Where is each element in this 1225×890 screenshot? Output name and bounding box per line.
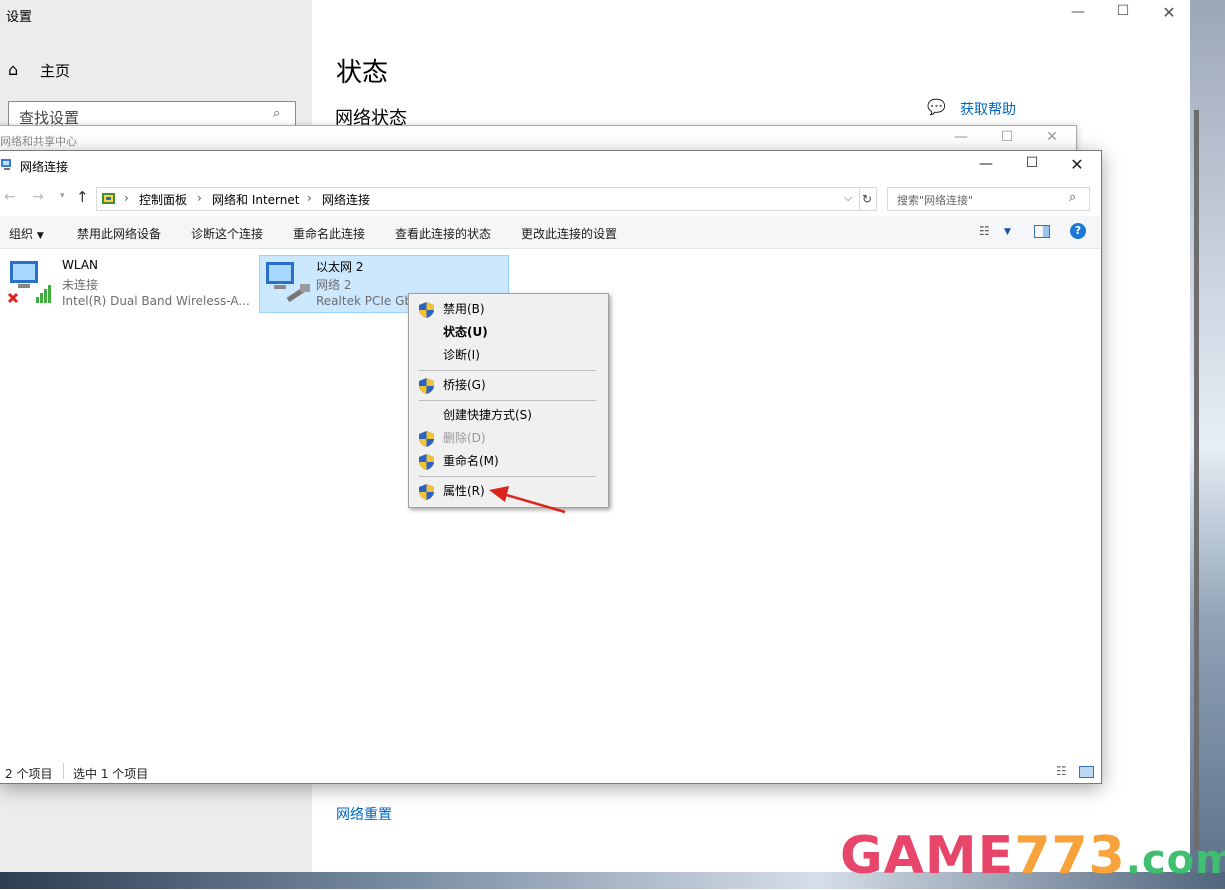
network-reset-link[interactable]: 网络重置 bbox=[336, 804, 392, 824]
explorer-maximize-button[interactable]: ☐ bbox=[1009, 155, 1055, 171]
menu-item-diagnose-label: 诊断(I) bbox=[443, 348, 480, 362]
ethernet-name: 以太网 2 bbox=[316, 260, 364, 274]
view-dropdown-icon[interactable]: ▼ bbox=[1004, 227, 1011, 237]
ethernet-connection-icon bbox=[262, 258, 314, 308]
help-chat-icon: 💬 bbox=[927, 98, 946, 116]
breadcrumb-network-connections[interactable]: 网络连接 bbox=[322, 191, 370, 208]
preview-pane-icon[interactable] bbox=[1034, 225, 1050, 238]
wlan-device: Intel(R) Dual Band Wireless-A... bbox=[62, 294, 250, 308]
network-folder-icon bbox=[0, 157, 14, 171]
watermark-logo: GAME773.com bbox=[840, 826, 1225, 886]
breadcrumb-control-panel[interactable]: 控制面板 bbox=[139, 191, 187, 208]
menu-item-properties-label: 属性(R) bbox=[443, 484, 485, 498]
menu-item-bridge[interactable]: 桥接(G) bbox=[409, 374, 608, 397]
uac-shield-icon bbox=[419, 431, 434, 447]
menu-item-rename-label: 重命名(M) bbox=[443, 454, 499, 468]
view-status-button[interactable]: 查看此连接的状态 bbox=[395, 225, 491, 242]
settings-maximize-button[interactable]: ☐ bbox=[1100, 3, 1146, 19]
context-menu: 禁用(B) 状态(U) 诊断(I) 桥接(G) 创建快捷方式(S) 删除(D) … bbox=[408, 293, 609, 508]
forward-arrow-icon[interactable]: → bbox=[32, 189, 44, 205]
menu-item-disable-label: 禁用(B) bbox=[443, 302, 485, 316]
refresh-icon[interactable]: ↻ bbox=[858, 187, 877, 211]
settings-window-title: 设置 bbox=[6, 10, 33, 25]
ethernet-status: 网络 2 bbox=[316, 278, 352, 292]
menu-item-create-shortcut[interactable]: 创建快捷方式(S) bbox=[409, 404, 608, 427]
nsc-title: 网络和共享中心 bbox=[0, 135, 77, 148]
explorer-minimize-button[interactable]: — bbox=[963, 156, 1009, 172]
breadcrumb-network-internet[interactable]: 网络和 Internet bbox=[212, 191, 299, 208]
menu-item-status-label: 状态(U) bbox=[443, 325, 488, 339]
details-view-icon[interactable]: ☷ bbox=[1056, 764, 1067, 778]
page-title: 状态 bbox=[336, 58, 389, 88]
explorer-title: 网络连接 bbox=[20, 160, 69, 174]
uac-shield-icon bbox=[419, 302, 434, 318]
settings-scrollbar[interactable] bbox=[1194, 110, 1199, 850]
address-dropdown-icon[interactable]: ⌵ bbox=[844, 191, 852, 205]
up-arrow-icon[interactable]: ↑ bbox=[76, 188, 89, 206]
wlan-name[interactable]: WLAN bbox=[62, 258, 98, 272]
desktop-wallpaper bbox=[1190, 0, 1225, 889]
menu-separator bbox=[419, 370, 596, 371]
status-item-count: 2 个项目 bbox=[5, 767, 53, 781]
settings-close-button[interactable]: ✕ bbox=[1146, 3, 1192, 22]
wlan-connection-icon bbox=[6, 257, 58, 307]
menu-item-disable[interactable]: 禁用(B) bbox=[409, 298, 608, 321]
home-icon[interactable]: ⌂ bbox=[8, 60, 18, 79]
nsc-close-button[interactable]: ✕ bbox=[1029, 129, 1075, 145]
nsc-minimize-button[interactable]: — bbox=[938, 129, 984, 145]
uac-shield-icon bbox=[419, 454, 434, 470]
menu-separator bbox=[419, 476, 596, 477]
explorer-search-placeholder: 搜索"网络连接" bbox=[897, 194, 974, 207]
explorer-close-button[interactable]: ✕ bbox=[1054, 155, 1100, 174]
search-icon: ⌕ bbox=[1069, 190, 1077, 205]
uac-shield-icon bbox=[419, 484, 434, 500]
uac-shield-icon bbox=[419, 378, 434, 394]
menu-item-diagnose[interactable]: 诊断(I) bbox=[409, 344, 608, 367]
settings-minimize-button[interactable]: — bbox=[1055, 4, 1101, 20]
menu-item-delete-label: 删除(D) bbox=[443, 431, 486, 445]
search-icon: ⌕ bbox=[273, 106, 281, 121]
explorer-search-box[interactable]: 搜索"网络连接" ⌕ bbox=[887, 187, 1090, 211]
address-bar[interactable]: › 控制面板 › 网络和 Internet › 网络连接 ⌵ bbox=[96, 187, 860, 211]
status-selected-count: 选中 1 个项目 bbox=[73, 767, 149, 781]
change-settings-button[interactable]: 更改此连接的设置 bbox=[521, 225, 617, 242]
rename-button[interactable]: 重命名此连接 bbox=[293, 225, 365, 242]
ethernet-device: Realtek PCIe Gb bbox=[316, 294, 412, 308]
menu-item-status[interactable]: 状态(U) bbox=[409, 321, 608, 344]
wlan-status: 未连接 bbox=[62, 278, 99, 292]
home-nav-item[interactable]: 主页 bbox=[40, 60, 70, 81]
breadcrumb-chevron-icon: › bbox=[124, 191, 129, 205]
menu-item-delete: 删除(D) bbox=[409, 427, 608, 450]
organize-label: 组织 bbox=[9, 227, 34, 241]
disable-device-button[interactable]: 禁用此网络设备 bbox=[77, 225, 161, 242]
menu-separator bbox=[419, 400, 596, 401]
nsc-maximize-button[interactable]: ☐ bbox=[984, 129, 1030, 145]
back-arrow-icon[interactable]: ← bbox=[4, 189, 16, 205]
recent-dropdown-icon[interactable]: ▾ bbox=[60, 191, 65, 201]
breadcrumb-chevron-icon: › bbox=[307, 191, 312, 205]
organize-button[interactable]: 组织 ▼ bbox=[9, 225, 44, 242]
menu-item-bridge-label: 桥接(G) bbox=[443, 378, 486, 392]
view-options-icon[interactable]: ☷ bbox=[979, 224, 990, 238]
large-icons-view-icon[interactable] bbox=[1079, 766, 1094, 778]
menu-item-rename[interactable]: 重命名(M) bbox=[409, 450, 608, 473]
breadcrumb-chevron-icon: › bbox=[197, 191, 202, 205]
help-link[interactable]: 获取帮助 bbox=[960, 99, 1016, 119]
help-icon[interactable]: ? bbox=[1070, 223, 1086, 239]
control-panel-icon bbox=[102, 192, 116, 206]
menu-item-create-shortcut-label: 创建快捷方式(S) bbox=[443, 408, 532, 422]
status-divider bbox=[63, 763, 64, 779]
dropdown-arrow-icon: ▼ bbox=[36, 231, 44, 241]
diagnose-button[interactable]: 诊断这个连接 bbox=[191, 225, 263, 242]
annotation-arrow-icon bbox=[489, 486, 566, 514]
